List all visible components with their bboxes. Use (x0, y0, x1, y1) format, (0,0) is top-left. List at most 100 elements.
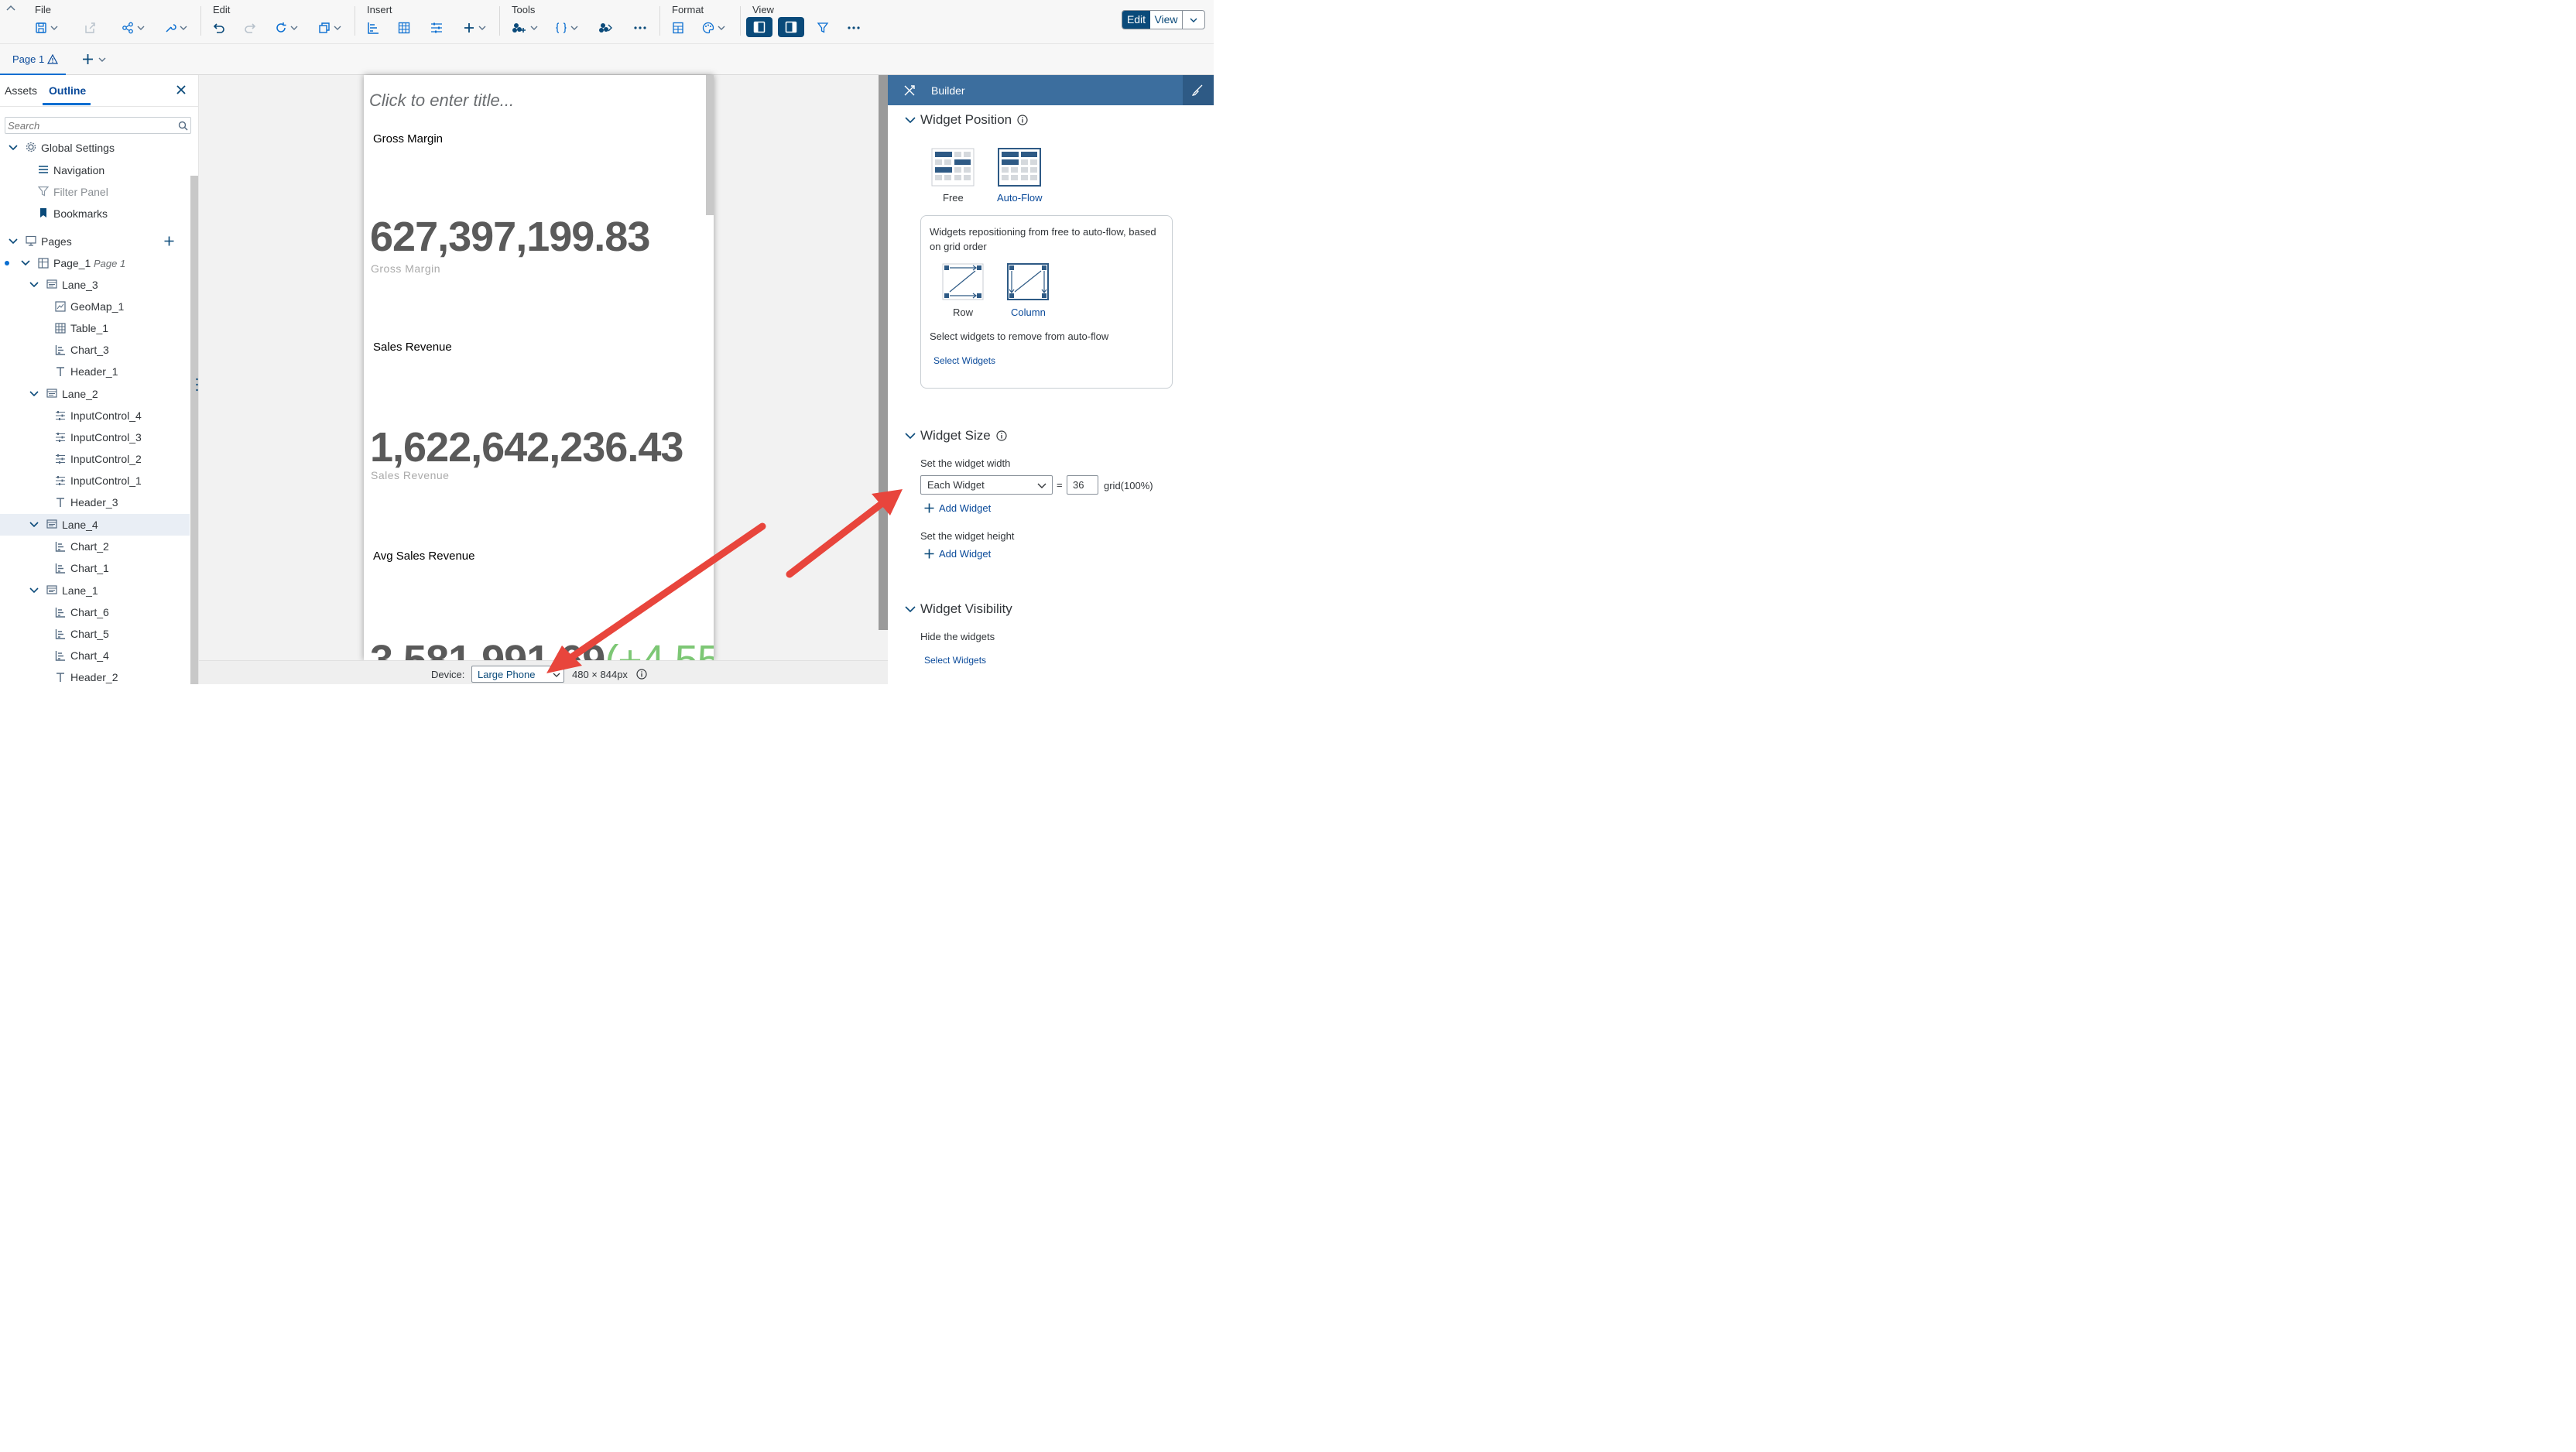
tree-item-label: InputControl_4 (70, 409, 142, 422)
tree-item-chart-4[interactable]: Chart_4 (0, 645, 190, 666)
tree-item-header-2[interactable]: Header_2 (0, 666, 190, 684)
tree-item-label: Global Settings (41, 142, 115, 154)
tools-more-button[interactable] (633, 19, 647, 36)
insert-more-button[interactable] (463, 19, 486, 36)
chevron-down-icon (905, 116, 916, 123)
redo-button[interactable] (244, 19, 256, 36)
select-widgets-link[interactable]: Select Widgets (933, 355, 995, 366)
collapse-toolbar-icon[interactable] (6, 5, 15, 12)
add-widget-label: Add Widget (939, 502, 992, 514)
kpi-title-avg-sales-revenue: Avg Sales Revenue (373, 550, 475, 563)
undo-button[interactable] (213, 19, 225, 36)
device-bar: Device: Large Phone 480 × 844px (199, 660, 888, 684)
left-panel-toggle-button[interactable] (746, 17, 772, 37)
styling-button[interactable] (672, 19, 684, 36)
panel-resize-handle[interactable] (196, 377, 198, 392)
tree-item-chart-3[interactable]: Chart_3 (0, 339, 190, 361)
tree-item-lane-2[interactable]: Lane_2 (0, 383, 190, 405)
outline-scrollbar[interactable] (190, 176, 198, 684)
bar-chart-icon (368, 22, 379, 34)
info-icon[interactable] (636, 669, 647, 680)
autoflow-column-option[interactable] (1007, 263, 1049, 300)
tab-assets[interactable]: Assets (5, 84, 37, 97)
theme-button[interactable] (702, 19, 725, 36)
tree-item-lane-4[interactable]: Lane_4 (0, 514, 190, 536)
device-select[interactable]: Large Phone (471, 666, 564, 683)
add-page-icon[interactable] (164, 236, 174, 246)
position-autoflow-option[interactable] (998, 148, 1041, 187)
tree-item-chart-5[interactable]: Chart_5 (0, 623, 190, 645)
search-icon[interactable] (178, 121, 188, 131)
copy-button[interactable] (318, 19, 341, 36)
right-panel-icon (785, 21, 797, 33)
tab-page-1[interactable]: Page 1 (0, 44, 70, 75)
export-button[interactable] (84, 19, 96, 36)
view-group-title: View (752, 4, 774, 15)
tree-item-filter-panel[interactable]: Filter Panel (0, 181, 190, 203)
search-input[interactable] (8, 119, 170, 132)
edit-mode-button[interactable]: Edit (1122, 11, 1150, 29)
tree-item-inputcontrol-1[interactable]: InputControl_1 (0, 470, 190, 491)
tree-item-geomap-1[interactable]: GeoMap_1 (0, 296, 190, 317)
widget-width-select[interactable]: Each Widget (920, 475, 1053, 495)
tab-outline[interactable]: Outline (49, 84, 86, 97)
kpi-delta: (+4.55%) (605, 637, 714, 660)
autoflow-row-option[interactable] (942, 263, 984, 300)
tree-item-navigation[interactable]: Navigation (0, 159, 190, 181)
add-calculation-button[interactable] (512, 19, 538, 36)
add-widget-height-button[interactable]: Add Widget (924, 548, 991, 560)
tree-item-global-settings[interactable]: Global Settings (0, 139, 190, 159)
widget-width-input[interactable] (1067, 475, 1098, 495)
tree-item-page-1[interactable]: Page_1 Page 1 (0, 252, 190, 274)
tree-item-lane-1[interactable]: Lane_1 (0, 580, 190, 601)
tree-item-chart-1[interactable]: Chart_1 (0, 557, 190, 579)
tree-item-chart-6[interactable]: Chart_6 (0, 601, 190, 623)
add-widget-width-button[interactable]: Add Widget (924, 502, 991, 514)
add-page-button[interactable] (82, 53, 106, 65)
widget-visibility-header[interactable]: Widget Visibility (905, 601, 1012, 617)
refresh-button[interactable] (275, 19, 298, 36)
widget-size-header[interactable]: Widget Size (905, 428, 1007, 443)
tree-item-header-1[interactable]: Header_1 (0, 361, 190, 382)
position-free-option[interactable] (931, 148, 975, 187)
filter-button[interactable] (817, 19, 829, 36)
tree-item-chart-2[interactable]: Chart_2 (0, 536, 190, 557)
info-icon[interactable] (1017, 115, 1028, 125)
right-panel-toggle-button[interactable] (778, 17, 804, 37)
insert-table-button[interactable] (398, 19, 410, 36)
predictive-button[interactable] (598, 19, 613, 36)
phone-scrollbar[interactable] (706, 75, 714, 215)
cubes-plus-icon (512, 23, 526, 33)
insert-chart-button[interactable] (367, 19, 379, 36)
tree-item-lane-3[interactable]: Lane_3 (0, 274, 190, 296)
mode-dropdown-button[interactable] (1183, 11, 1204, 29)
info-icon[interactable] (996, 430, 1007, 441)
settings-tools-button[interactable] (164, 19, 187, 36)
page-title-placeholder[interactable]: Click to enter title... (369, 91, 514, 111)
styling-tab[interactable] (1183, 75, 1214, 105)
chevron-down-icon (29, 282, 39, 288)
tree-item-bookmarks[interactable]: Bookmarks (0, 203, 190, 224)
tree-item-pages[interactable]: Pages (0, 231, 190, 252)
tree-item-header-3[interactable]: Header_3 (0, 491, 190, 513)
tree-item-inputcontrol-3[interactable]: InputControl_3 (0, 426, 190, 448)
widget-position-header[interactable]: Widget Position (905, 112, 1028, 128)
save-button[interactable] (35, 19, 58, 36)
insert-input-control-button[interactable] (430, 19, 443, 36)
view-mode-button[interactable]: View (1150, 11, 1183, 29)
builder-title: Builder (931, 84, 965, 97)
select-widgets-visibility-link[interactable]: Select Widgets (924, 655, 986, 666)
bar-chart-icon (55, 651, 65, 661)
tree-item-inputcontrol-2[interactable]: InputControl_2 (0, 448, 190, 470)
toolbar-separator (200, 6, 201, 36)
canvas-scrollbar[interactable] (879, 75, 888, 630)
chevron-down-icon (1190, 18, 1197, 22)
tree-item-table-1[interactable]: Table_1 (0, 317, 190, 339)
tree-item-inputcontrol-4[interactable]: InputControl_4 (0, 405, 190, 426)
close-icon[interactable] (176, 85, 186, 94)
view-more-button[interactable] (847, 19, 861, 36)
chevron-down-icon (9, 145, 18, 151)
table-icon (398, 22, 410, 34)
scripting-button[interactable] (555, 19, 578, 36)
share-button[interactable] (122, 19, 145, 36)
